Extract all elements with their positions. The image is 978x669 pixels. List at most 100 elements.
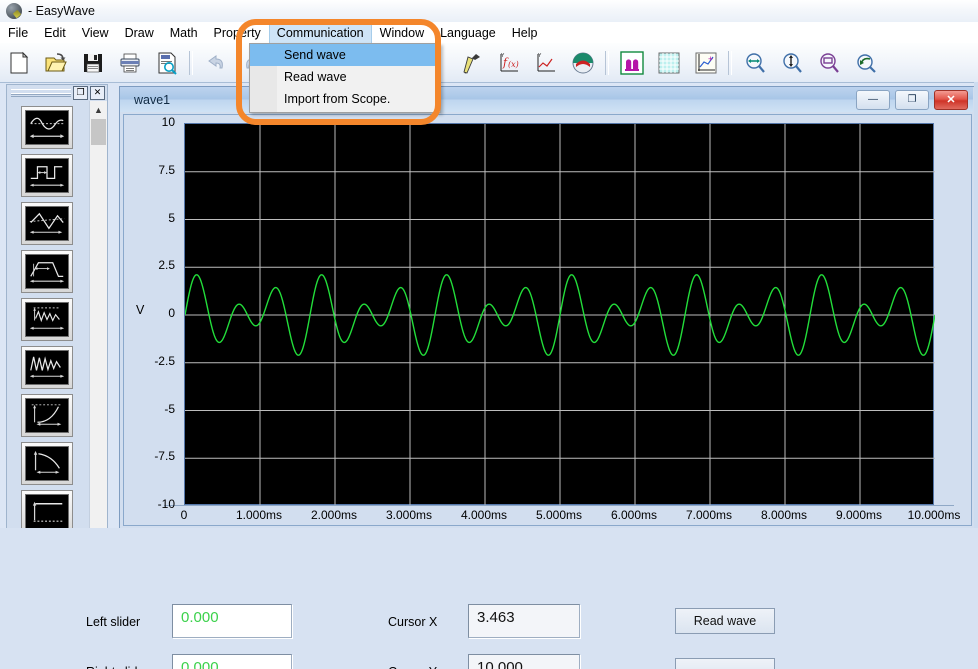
toolbar-separator-3: [728, 51, 732, 75]
wave-sine-button[interactable]: [21, 106, 73, 149]
svg-text:(x): (x): [508, 60, 519, 69]
chart: V 16K 107.552.50-2.5-5-7.5-10 01.000ms2.…: [184, 123, 934, 505]
secondary-action-button[interactable]: [675, 658, 775, 669]
close-button[interactable]: ✕: [934, 90, 968, 110]
x-tick-label: 0: [181, 508, 188, 522]
axes-icon[interactable]: +: [688, 46, 723, 79]
left-slider-label: Left slider: [86, 615, 140, 629]
function-fx-icon[interactable]: f(x)Y: [491, 46, 526, 79]
y-tick-label: 2.5: [115, 258, 180, 272]
cursor-y-label: Cursor Y: [388, 665, 437, 669]
main-toolbar: f(x)Y Y +: [0, 43, 978, 83]
panel-grip[interactable]: [11, 89, 71, 97]
menu-communication[interactable]: Communication: [269, 22, 372, 43]
x-tick-label: 7.000ms: [686, 508, 732, 522]
tool-panel-header: ❐ ✕: [7, 85, 107, 100]
toolbar-separator-2: [605, 51, 609, 75]
save-floppy-icon[interactable]: [75, 46, 110, 79]
wave-dc-button[interactable]: [21, 490, 73, 533]
menu-window[interactable]: Window: [372, 22, 432, 44]
x-tick-label: 6.000ms: [611, 508, 657, 522]
restore-button[interactable]: ❐: [895, 90, 929, 110]
tool-panel-body: [7, 101, 89, 600]
read-wave-button[interactable]: Read wave: [675, 608, 775, 634]
pencil-edit-icon[interactable]: [454, 46, 489, 79]
y-tick-label: 0: [115, 306, 180, 320]
control-panel: Left slider 0.000 Cursor X 3.463 Read wa…: [0, 528, 978, 669]
right-slider-label: Right slider: [86, 665, 149, 669]
tool-panel-scrollbar[interactable]: ▲ ▼: [89, 101, 107, 600]
title-bar: - EasyWave: [0, 0, 978, 22]
right-slider-input[interactable]: 0.000: [172, 654, 292, 669]
zoom-box-icon[interactable]: [811, 46, 846, 79]
triangle-wave-icon: [25, 206, 69, 241]
wave-noise-button[interactable]: [21, 298, 73, 341]
plot-area: V 16K 107.552.50-2.5-5-7.5-10 01.000ms2.…: [123, 114, 972, 526]
menu-draw[interactable]: Draw: [117, 22, 162, 44]
menu-help[interactable]: Help: [504, 22, 546, 44]
waveform-tool-panel: ❐ ✕: [6, 84, 108, 602]
cursor-x-input[interactable]: 3.463: [468, 604, 580, 638]
menu-math[interactable]: Math: [162, 22, 206, 44]
wave-damped-button[interactable]: [21, 346, 73, 389]
new-document-icon[interactable]: [1, 46, 36, 79]
markers-icon[interactable]: [614, 46, 649, 79]
undo-icon[interactable]: [198, 46, 233, 79]
wave-document-window: wave1 — ❐ ✕ V 16K 107.552.50-2.5-5-7.5-1…: [119, 86, 976, 529]
menu-file[interactable]: File: [0, 22, 36, 44]
restore-icon: ❐: [908, 95, 917, 105]
print-icon[interactable]: [112, 46, 147, 79]
chart-plot-background: [184, 123, 934, 505]
svg-text:+: +: [708, 54, 713, 64]
panel-restore-icon[interactable]: ❐: [73, 86, 88, 100]
x-tick-label: 4.000ms: [461, 508, 507, 522]
easywave-window: - EasyWave File Edit View Draw Math Prop…: [0, 0, 978, 669]
damped-wave-icon: [25, 350, 69, 385]
scrollbar-thumb[interactable]: [91, 119, 106, 145]
panel-close-icon[interactable]: ✕: [90, 86, 105, 100]
noise-wave-icon: [25, 302, 69, 337]
minimize-button[interactable]: —: [856, 90, 890, 110]
window-title: - EasyWave: [28, 4, 95, 18]
left-slider-input[interactable]: 0.000: [172, 604, 292, 638]
grid-icon[interactable]: [651, 46, 686, 79]
wave-square-button[interactable]: [21, 154, 73, 197]
wave-trapezoid-button[interactable]: [21, 250, 73, 293]
control-row-2: Right slider 0.000 Cursor Y 10.000: [0, 654, 978, 669]
main-scroll-sliver[interactable]: [974, 82, 978, 528]
svg-text:Y: Y: [538, 53, 542, 59]
menu-item-send-wave[interactable]: Send wave: [250, 44, 440, 66]
scroll-up-arrow-icon[interactable]: ▲: [90, 101, 107, 118]
menu-item-import-from-scope[interactable]: Import from Scope.: [250, 88, 440, 110]
invert-wave-icon[interactable]: [565, 46, 600, 79]
communication-dropdown-menu[interactable]: Send wave Read wave Import from Scope.: [249, 43, 441, 113]
toolbar-separator: [189, 51, 193, 75]
document-title-label: wave1: [134, 93, 170, 107]
y-tick-label: -5: [115, 402, 180, 416]
app-sphere-icon: [6, 3, 22, 19]
dc-level-icon: [25, 494, 69, 529]
minimize-icon: —: [868, 95, 878, 105]
menu-edit[interactable]: Edit: [36, 22, 74, 44]
menu-view[interactable]: View: [74, 22, 117, 44]
zoom-horizontal-icon[interactable]: [737, 46, 772, 79]
y-tick-label: -10: [115, 497, 180, 511]
zoom-undo-icon[interactable]: [848, 46, 883, 79]
menu-property[interactable]: Property: [206, 22, 269, 44]
print-preview-icon[interactable]: [149, 46, 184, 79]
wave-triangle-button[interactable]: [21, 202, 73, 245]
wave-exp-fall-button[interactable]: [21, 442, 73, 485]
exponential-fall-icon: [25, 446, 69, 481]
menu-item-read-wave[interactable]: Read wave: [250, 66, 440, 88]
trapezoid-wave-icon: [25, 254, 69, 289]
cursor-y-input[interactable]: 10.000: [468, 654, 580, 669]
y-tick-label: 7.5: [115, 163, 180, 177]
wave-exp-rise-button[interactable]: [21, 394, 73, 437]
x-tick-label: 1.000ms: [236, 508, 282, 522]
point-edit-icon[interactable]: Y: [528, 46, 563, 79]
menu-language[interactable]: Language: [432, 22, 504, 44]
y-tick-label: -7.5: [115, 449, 180, 463]
zoom-vertical-icon[interactable]: [774, 46, 809, 79]
y-tick-label: -2.5: [115, 354, 180, 368]
open-folder-icon[interactable]: [38, 46, 73, 79]
